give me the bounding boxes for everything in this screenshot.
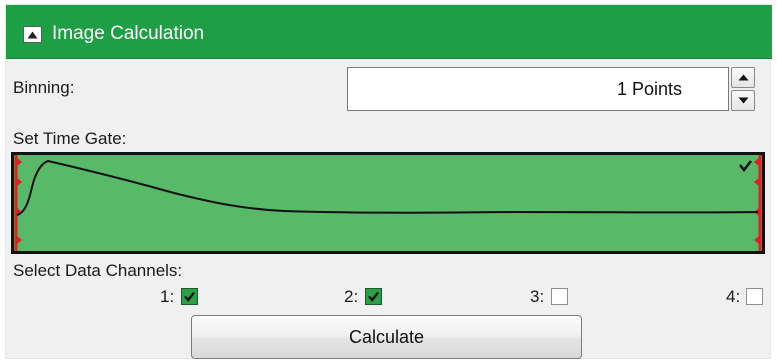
decay-curve bbox=[16, 159, 759, 216]
triangle-up-icon bbox=[27, 31, 38, 38]
collapse-button[interactable] bbox=[23, 26, 42, 43]
channel-2-label: 2: bbox=[344, 287, 359, 306]
channels-label: Select Data Channels: bbox=[13, 261, 183, 280]
binning-spinner[interactable] bbox=[731, 67, 755, 111]
decrement-button[interactable] bbox=[731, 90, 755, 111]
calculate-button[interactable]: Calculate bbox=[191, 315, 582, 359]
increment-button[interactable] bbox=[731, 67, 755, 88]
channel-4-checkbox[interactable] bbox=[746, 288, 763, 305]
channel-1-checkbox[interactable] bbox=[181, 288, 198, 305]
gate-start-marker[interactable] bbox=[14, 155, 22, 251]
checkmark-icon bbox=[739, 160, 752, 173]
binning-input[interactable]: 1 Points bbox=[347, 67, 729, 111]
channel-3-label: 3: bbox=[530, 287, 545, 306]
arrow-down-icon bbox=[738, 97, 748, 104]
channel-2-checkbox[interactable] bbox=[365, 288, 382, 305]
time-gate-plot[interactable] bbox=[11, 152, 765, 254]
decay-curve-plot bbox=[14, 155, 762, 251]
time-gate-label: Set Time Gate: bbox=[13, 129, 127, 148]
arrow-up-icon bbox=[738, 74, 748, 81]
channel-3-checkbox[interactable] bbox=[551, 288, 568, 305]
checkmark-icon bbox=[184, 291, 195, 302]
gate-end-marker[interactable] bbox=[754, 155, 762, 251]
checkmark-icon bbox=[368, 291, 379, 302]
channel-1-label: 1: bbox=[160, 287, 175, 306]
panel-header[interactable]: Image Calculation bbox=[6, 5, 772, 59]
image-calculation-panel: Image Calculation Binning: 1 Points Set … bbox=[5, 4, 772, 359]
panel-title: Image Calculation bbox=[52, 23, 205, 44]
channel-4-label: 4: bbox=[726, 287, 741, 306]
binning-label: Binning: bbox=[13, 78, 75, 97]
